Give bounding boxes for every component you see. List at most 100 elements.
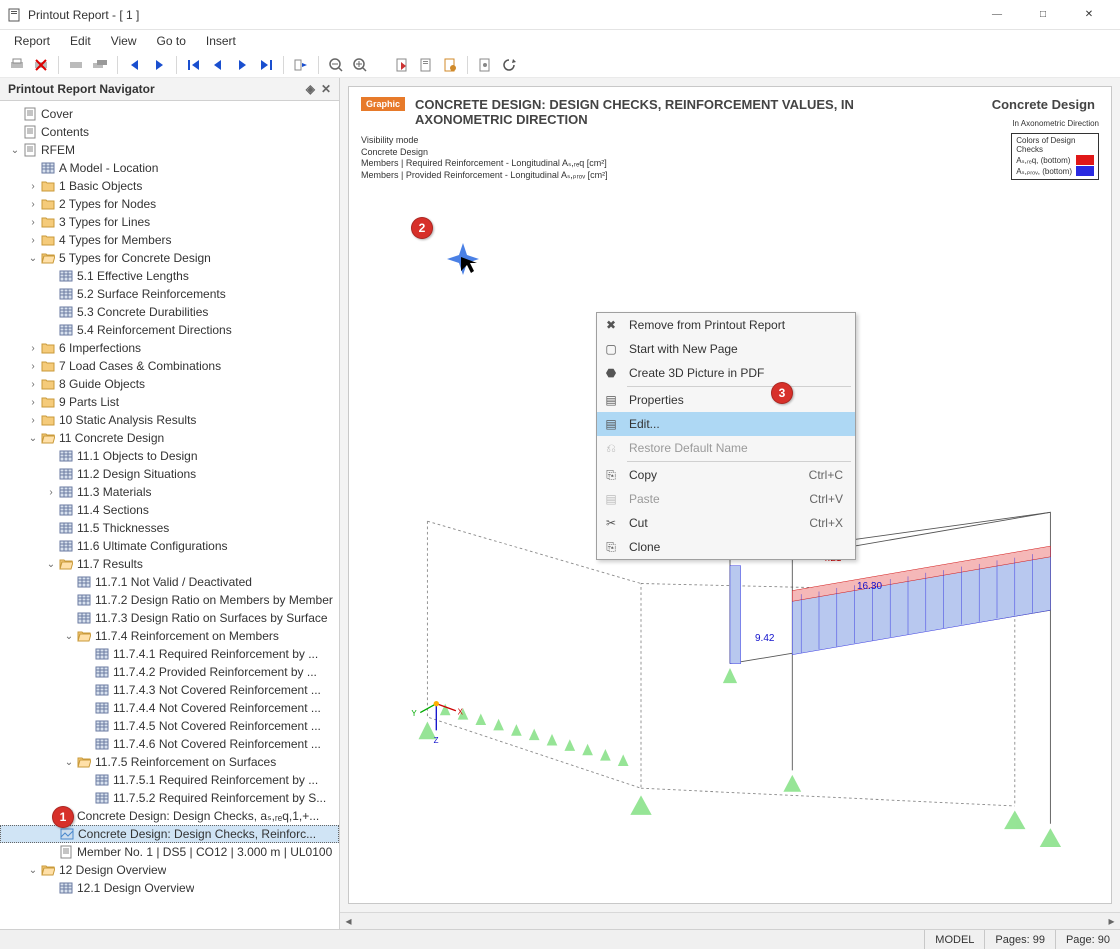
export-pdf-icon[interactable] xyxy=(391,54,413,76)
tree-item[interactable]: ⌄12 Design Overview xyxy=(0,861,339,879)
tree-item[interactable]: 12.1 Design Overview xyxy=(0,879,339,897)
tree-item[interactable]: Concrete Design: Design Checks, Reinforc… xyxy=(0,825,339,843)
menu-report[interactable]: Report xyxy=(4,32,60,50)
tree-item[interactable]: ›11.3 Materials xyxy=(0,483,339,501)
tree-item[interactable]: ›2 Types for Nodes xyxy=(0,195,339,213)
tree-item[interactable]: ⌄11.7.4 Reinforcement on Members xyxy=(0,627,339,645)
scroll-left-icon[interactable]: ◂ xyxy=(340,913,357,929)
horizontal-scrollbar[interactable]: ◂ ▸ xyxy=(340,912,1120,929)
maximize-button[interactable]: □ xyxy=(1020,0,1066,30)
tree-item[interactable]: ›1 Basic Objects xyxy=(0,177,339,195)
print-icon[interactable] xyxy=(6,54,28,76)
delete-print-icon[interactable] xyxy=(30,54,52,76)
collapse-icon[interactable]: ⌄ xyxy=(62,631,76,642)
undock-icon[interactable]: ◈ xyxy=(306,82,315,96)
collapse-icon[interactable]: ⌄ xyxy=(8,145,22,156)
expand-icon[interactable]: › xyxy=(26,343,40,354)
tree-item[interactable]: 5.4 Reinforcement Directions xyxy=(0,321,339,339)
tree-item[interactable]: A Model - Location xyxy=(0,159,339,177)
tree-item[interactable]: Concrete Design: Design Checks, aₛ,ᵣₑq,1… xyxy=(0,807,339,825)
expand-icon[interactable]: › xyxy=(26,217,40,228)
tree-item[interactable]: ›4 Types for Members xyxy=(0,231,339,249)
collapse-icon[interactable]: ⌄ xyxy=(26,253,40,264)
tree-item[interactable]: 11.4 Sections xyxy=(0,501,339,519)
tree-item[interactable]: 11.7.4.5 Not Covered Reinforcement ... xyxy=(0,717,339,735)
tree-item[interactable]: 11.7.4.6 Not Covered Reinforcement ... xyxy=(0,735,339,753)
tree-item[interactable]: ⌄5 Types for Concrete Design xyxy=(0,249,339,267)
tree-item[interactable]: 11.5 Thicknesses xyxy=(0,519,339,537)
tree-item[interactable]: Cover xyxy=(0,105,339,123)
tree-item[interactable]: ›3 Types for Lines xyxy=(0,213,339,231)
tree-item[interactable]: Member No. 1 | DS5 | CO12 | 3.000 m | UL… xyxy=(0,843,339,861)
tree-item[interactable]: 11.7.4.2 Provided Reinforcement by ... xyxy=(0,663,339,681)
next2-icon[interactable] xyxy=(231,54,253,76)
tree-item[interactable]: 11.6 Ultimate Configurations xyxy=(0,537,339,555)
tree-item[interactable]: 11.2 Design Situations xyxy=(0,465,339,483)
tree-item[interactable]: 11.7.1 Not Valid / Deactivated xyxy=(0,573,339,591)
expand-icon[interactable]: › xyxy=(26,397,40,408)
menu-goto[interactable]: Go to xyxy=(147,32,196,50)
prev-icon[interactable] xyxy=(124,54,146,76)
tree-item[interactable]: 11.1 Objects to Design xyxy=(0,447,339,465)
expand-icon[interactable]: › xyxy=(44,487,58,498)
minimize-button[interactable]: — xyxy=(974,0,1020,30)
tree-item[interactable]: ⌄RFEM xyxy=(0,141,339,159)
tree-item[interactable]: 11.7.3 Design Ratio on Surfaces by Surfa… xyxy=(0,609,339,627)
context-item[interactable]: ▤Properties xyxy=(597,388,855,412)
print-settings-icon[interactable] xyxy=(65,54,87,76)
tree-item[interactable]: 5.3 Concrete Durabilities xyxy=(0,303,339,321)
collapse-icon[interactable]: ⌄ xyxy=(44,559,58,570)
tree-item[interactable]: ›9 Parts List xyxy=(0,393,339,411)
context-item[interactable]: ✖Remove from Printout Report xyxy=(597,313,855,337)
tree-item[interactable]: ›8 Guide Objects xyxy=(0,375,339,393)
tree-item[interactable]: 11.7.4.1 Required Reinforcement by ... xyxy=(0,645,339,663)
print-batch-icon[interactable] xyxy=(89,54,111,76)
expand-icon[interactable]: › xyxy=(26,361,40,372)
context-item[interactable]: ✂CutCtrl+X xyxy=(597,511,855,535)
expand-icon[interactable]: › xyxy=(26,415,40,426)
expand-icon[interactable]: › xyxy=(26,181,40,192)
collapse-icon[interactable]: ⌄ xyxy=(26,433,40,444)
goto-icon[interactable] xyxy=(290,54,312,76)
context-item[interactable]: ⎘Clone xyxy=(597,535,855,559)
context-item[interactable]: ⎘CopyCtrl+C xyxy=(597,463,855,487)
tree-item[interactable]: Contents xyxy=(0,123,339,141)
tree-item[interactable]: 11.7.4.3 Not Covered Reinforcement ... xyxy=(0,681,339,699)
tree-item[interactable]: ⌄11 Concrete Design xyxy=(0,429,339,447)
last-icon[interactable] xyxy=(255,54,277,76)
navigator-tree[interactable]: CoverContents⌄RFEMA Model - Location›1 B… xyxy=(0,101,339,929)
context-item[interactable]: ▤Edit... xyxy=(597,412,855,436)
tree-item[interactable]: 5.1 Effective Lengths xyxy=(0,267,339,285)
context-item[interactable]: ▢Start with New Page xyxy=(597,337,855,361)
tree-item[interactable]: ›10 Static Analysis Results xyxy=(0,411,339,429)
tree-item[interactable]: 5.2 Surface Reinforcements xyxy=(0,285,339,303)
close-button[interactable]: ✕ xyxy=(1066,0,1112,30)
tree-item[interactable]: 11.7.5.1 Required Reinforcement by ... xyxy=(0,771,339,789)
next-icon[interactable] xyxy=(148,54,170,76)
tree-item[interactable]: ›7 Load Cases & Combinations xyxy=(0,357,339,375)
menu-insert[interactable]: Insert xyxy=(196,32,246,50)
context-item[interactable]: ⬣Create 3D Picture in PDF xyxy=(597,361,855,385)
menu-edit[interactable]: Edit xyxy=(60,32,101,50)
tree-item[interactable]: 11.7.2 Design Ratio on Members by Member xyxy=(0,591,339,609)
refresh-icon[interactable] xyxy=(498,54,520,76)
tree-item[interactable]: 11.7.5.2 Required Reinforcement by S... xyxy=(0,789,339,807)
tree-item[interactable]: ⌄11.7 Results xyxy=(0,555,339,573)
close-panel-icon[interactable]: ✕ xyxy=(321,82,331,96)
settings-page-icon[interactable] xyxy=(474,54,496,76)
export-rtf-icon[interactable] xyxy=(415,54,437,76)
menu-view[interactable]: View xyxy=(101,32,147,50)
expand-icon[interactable]: › xyxy=(26,199,40,210)
tree-item[interactable]: 11.7.4.4 Not Covered Reinforcement ... xyxy=(0,699,339,717)
tree-item[interactable]: ⌄11.7.5 Reinforcement on Surfaces xyxy=(0,753,339,771)
prev2-icon[interactable] xyxy=(207,54,229,76)
zoom-in-icon[interactable] xyxy=(349,54,371,76)
tree-item[interactable]: ›6 Imperfections xyxy=(0,339,339,357)
collapse-icon[interactable]: ⌄ xyxy=(62,757,76,768)
expand-icon[interactable]: › xyxy=(26,379,40,390)
zoom-out-icon[interactable] xyxy=(325,54,347,76)
expand-icon[interactable]: › xyxy=(26,235,40,246)
collapse-icon[interactable]: ⌄ xyxy=(26,865,40,876)
scroll-right-icon[interactable]: ▸ xyxy=(1103,913,1120,929)
export-doc-icon[interactable] xyxy=(439,54,461,76)
